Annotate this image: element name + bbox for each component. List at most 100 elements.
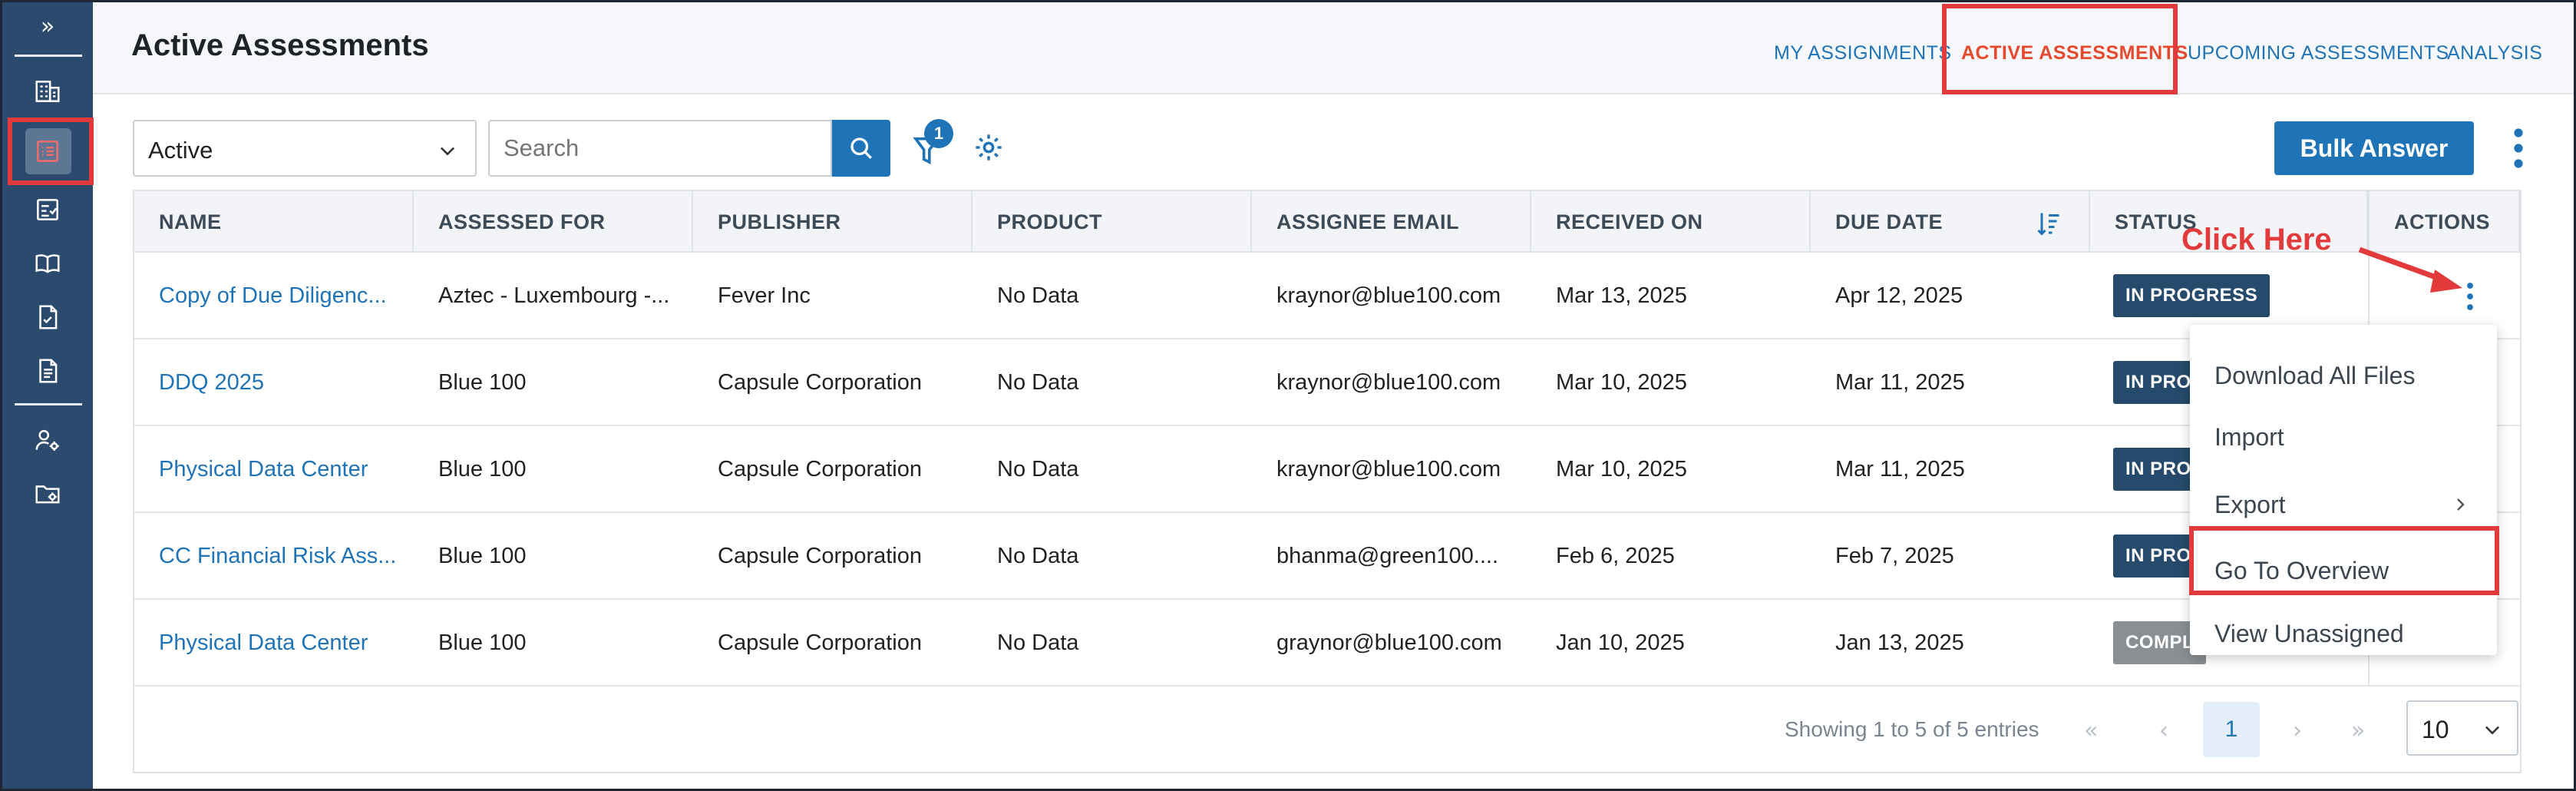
menu-item-view-unassigned[interactable]: View Unassigned	[2190, 603, 2497, 664]
document-check-icon	[39, 305, 58, 329]
assessed-for-cell: Blue 100	[438, 630, 527, 655]
assessed-for-cell: Blue 100	[438, 457, 527, 482]
assessed-for-cell: Aztec - Luxembourg -...	[438, 283, 670, 308]
toolbar: Active 1 Bulk Answer	[93, 96, 2574, 188]
next-page-button[interactable]: ›	[2293, 717, 2302, 744]
sidebar-expand-button[interactable]: »	[2, 10, 93, 44]
search-icon	[850, 137, 872, 159]
sidebar-item-reviews[interactable]	[2, 291, 93, 343]
due-date-cell: Feb 7, 2025	[1835, 544, 1954, 568]
tab-analysis[interactable]: ANALYSIS	[2447, 42, 2542, 65]
status-select[interactable]: Active	[133, 120, 477, 177]
received-on-cell: Mar 10, 2025	[1556, 457, 1687, 482]
menu-item-download-all-files[interactable]: Download All Files	[2190, 345, 2497, 406]
menu-item-export-label: Export	[2214, 491, 2286, 518]
assignee-email-cell: kraynor@blue100.com	[1276, 457, 1501, 482]
first-page-button[interactable]: «	[2084, 717, 2098, 744]
assessed-for-cell: Blue 100	[438, 544, 527, 568]
document-icon	[39, 359, 58, 383]
arrow-annotation-icon	[2358, 247, 2462, 293]
sidebar-divider	[15, 55, 82, 57]
publisher-cell: Capsule Corporation	[718, 457, 922, 482]
row-actions-menu: Download All Files Import Export Go To O…	[2190, 325, 2497, 655]
sidebar-item-user-settings[interactable]	[2, 414, 93, 466]
assessment-name-link[interactable]: Physical Data Center	[134, 426, 398, 513]
assessment-name-link[interactable]: DDQ 2025	[134, 339, 398, 426]
sidebar-item-organizations[interactable]	[2, 65, 93, 117]
assignee-email-cell: kraynor@blue100.com	[1276, 370, 1501, 395]
sidebar-item-library[interactable]	[2, 237, 93, 290]
publisher-cell: Fever Inc	[718, 283, 811, 308]
column-header-received-on: RECEIVED ON	[1531, 191, 1811, 253]
due-date-cell: Jan 13, 2025	[1835, 630, 1964, 655]
sidebar-highlight-box	[8, 117, 94, 185]
table-row: Physical Data Center Blue 100 Capsule Co…	[134, 600, 2520, 687]
menu-highlight-box	[2189, 526, 2499, 595]
search-input[interactable]	[490, 121, 831, 175]
publisher-cell: Capsule Corporation	[718, 630, 922, 655]
more-options-icon[interactable]	[2511, 127, 2526, 170]
chevron-down-icon	[2485, 726, 2500, 735]
tab-highlight-box	[1942, 4, 2178, 94]
table-row: CC Financial Risk Ass... Blue 100 Capsul…	[134, 513, 2520, 600]
previous-page-button[interactable]: ‹	[2159, 717, 2168, 744]
menu-item-import[interactable]: Import	[2190, 406, 2497, 468]
assignee-email-cell: kraynor@blue100.com	[1276, 283, 1501, 308]
last-page-button[interactable]: »	[2351, 717, 2365, 744]
assignee-email-cell: bhanma@green100....	[1276, 544, 1499, 568]
column-header-assignee-email: ASSIGNEE EMAIL	[1252, 191, 1531, 253]
sort-descending-icon[interactable]	[2035, 208, 2062, 239]
product-cell: No Data	[997, 544, 1079, 568]
publisher-cell: Capsule Corporation	[718, 544, 922, 568]
page-title: Active Assessments	[131, 28, 429, 62]
page-1-button[interactable]: 1	[2203, 702, 2260, 757]
page-size-select[interactable]: 10	[2406, 700, 2518, 756]
sidebar-item-tasks[interactable]	[2, 184, 93, 236]
sidebar-item-folder-settings[interactable]	[2, 468, 93, 520]
gear-icon[interactable]	[973, 131, 1005, 164]
status-badge: IN PROGRESS	[2113, 274, 2271, 317]
assignee-email-cell: graynor@blue100.com	[1276, 630, 1502, 655]
received-on-cell: Jan 10, 2025	[1556, 630, 1685, 655]
column-header-assessed-for: ASSESSED FOR	[414, 191, 693, 253]
received-on-cell: Mar 13, 2025	[1556, 283, 1687, 308]
filter-count-badge: 1	[924, 119, 953, 148]
book-icon	[35, 254, 60, 273]
user-gear-icon	[35, 429, 59, 451]
assessments-table: NAME ASSESSED FOR PUBLISHER PRODUCT ASSI…	[133, 190, 2522, 773]
building-icon	[35, 81, 60, 102]
sidebar-divider	[15, 403, 82, 405]
folder-gear-icon	[35, 485, 60, 504]
chevron-down-icon	[440, 147, 455, 156]
click-here-annotation: Click Here	[2181, 223, 2332, 256]
checklist-icon	[37, 199, 58, 220]
search-button[interactable]	[832, 120, 890, 177]
received-on-cell: Feb 6, 2025	[1556, 544, 1675, 568]
table-row: Copy of Due Diligenc... Aztec - Luxembou…	[134, 253, 2520, 339]
sidebar: »	[2, 2, 94, 789]
assessed-for-cell: Blue 100	[438, 370, 527, 395]
assessment-name-link[interactable]: CC Financial Risk Ass...	[134, 513, 398, 600]
column-header-product: PRODUCT	[973, 191, 1252, 253]
pagination: Showing 1 to 5 of 5 entries « ‹ 1 › » 10	[134, 687, 2520, 772]
due-date-cell: Mar 11, 2025	[1835, 457, 1965, 482]
chevron-right-icon	[2457, 498, 2465, 511]
tab-my-assignments[interactable]: MY ASSIGNMENTS	[1774, 42, 1952, 65]
product-cell: No Data	[997, 630, 1079, 655]
product-cell: No Data	[997, 457, 1079, 482]
tab-upcoming-assessments[interactable]: UPCOMING ASSESSMENTS	[2188, 42, 2449, 65]
assessment-name-link[interactable]: Copy of Due Diligenc...	[134, 253, 398, 339]
publisher-cell: Capsule Corporation	[718, 370, 922, 395]
sidebar-item-documents[interactable]	[2, 345, 93, 397]
search-field[interactable]	[488, 120, 832, 177]
page-size-value: 10	[2422, 716, 2449, 743]
due-date-cell: Apr 12, 2025	[1835, 283, 1963, 308]
product-cell: No Data	[997, 370, 1079, 395]
page-header: Active Assessments MY ASSIGNMENTS ACTIVE…	[93, 2, 2574, 94]
table-row: DDQ 2025 Blue 100 Capsule Corporation No…	[134, 339, 2520, 426]
assessment-name-link[interactable]: Physical Data Center	[134, 600, 398, 687]
column-header-name: NAME	[134, 191, 414, 253]
bulk-answer-button[interactable]: Bulk Answer	[2274, 121, 2474, 175]
table-row: Physical Data Center Blue 100 Capsule Co…	[134, 426, 2520, 513]
table-header: NAME ASSESSED FOR PUBLISHER PRODUCT ASSI…	[134, 191, 2520, 253]
